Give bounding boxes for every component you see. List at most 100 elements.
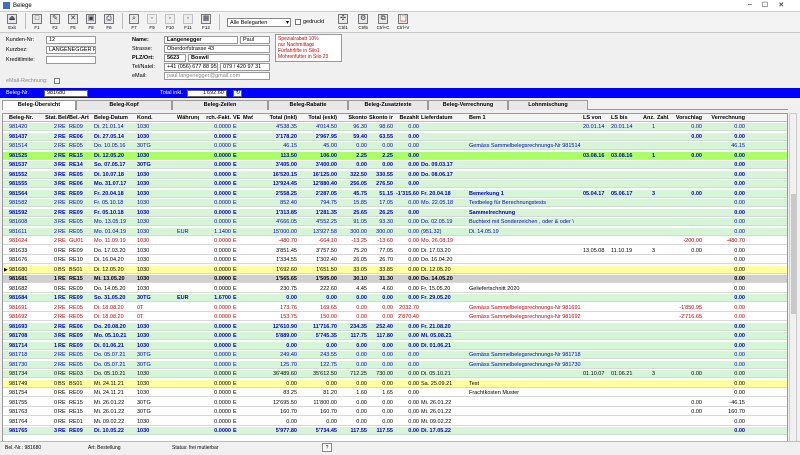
table-row[interactable]: 981525 2 RE RE15 Di. 12.05.20 1030 0.0000 E 113.… <box>3 151 787 160</box>
table-row[interactable]: 981555 3 RE RE06 Mo. 31.07.17 1030 0.0000 E 13'9… <box>3 180 787 188</box>
table-row[interactable]: 981608 3 RE RE05 Mo. 13.05.19 1030 0.0000 E 4'66… <box>3 218 787 226</box>
tab-lohnmischung[interactable]: Lohnmischung <box>508 100 588 110</box>
emailrechnung-checkbox[interactable] <box>54 78 62 84</box>
name-field[interactable]: Langenegger <box>164 36 238 44</box>
email-field[interactable]: paul.langenegger@gmail.com <box>164 72 270 80</box>
table-row[interactable]: 981692 2 RE RE05 Di. 18.08.20 0T 0.0000 E 153.75… <box>3 313 787 321</box>
column-header[interactable]: Währung <box>177 114 199 122</box>
table-row[interactable]: 981682 0 RE RE09 Do. 14.05.20 1030 0.0000 E 230.… <box>3 284 787 293</box>
vertical-scrollbar[interactable] <box>789 113 797 444</box>
table-row[interactable]: 981730 2 RE RE05 Do. 05.07.21 30TG 0.0000 E 125.… <box>3 360 787 369</box>
column-header[interactable]: Lieferdatum <box>421 114 467 122</box>
table-row[interactable]: 981592 2 RE RE09 Fr. 05.10.18 1030 0.0000 E 1'31… <box>3 208 787 217</box>
vorname-field[interactable]: Paul <box>240 36 270 44</box>
table-row[interactable]: 981693 2 RE RE06 Do. 20.08.20 1030 0.0000 E 12'6… <box>3 322 787 331</box>
table-row[interactable]: 981749 0 BS BS01 Mi. 24.11.21 1030 0.0000 E 0.00… <box>3 379 787 388</box>
column-header[interactable]: BelArt <box>58 114 69 122</box>
maximize-button[interactable]: ☐ <box>762 1 768 9</box>
minimize-button[interactable]: – <box>748 1 752 9</box>
column-header[interactable]: Zahl. <box>657 114 669 122</box>
column-header[interactable]: Beleg-Datum <box>94 114 136 122</box>
table-row[interactable]: 981537 3 RE RE14 So. 07.05.17 30TG 0.0000 E 3'40… <box>3 161 787 169</box>
column-header[interactable]: Anz. LS <box>643 114 655 122</box>
column-header[interactable]: LS bis <box>611 114 641 122</box>
table-row[interactable]: 981564 3 RE RE09 Fr. 20.04.18 1030 0.0000 E 2'55… <box>3 189 787 198</box>
table-row[interactable]: 981718 2 RE RE05 Do. 05.07.21 30TG 0.0000 E 249.… <box>3 351 787 359</box>
scrollbar-thumb[interactable] <box>791 194 796 314</box>
table-row[interactable]: 981582 2 RE RE09 Fr. 05.10.18 1030 0.0000 E 852.… <box>3 199 787 207</box>
table-row[interactable]: 981755 0 RE RE15 Mi. 26.01.22 30TG 0.0000 E 12'6… <box>3 398 787 407</box>
column-header[interactable]: MwSt. <box>243 114 253 122</box>
column-header[interactable]: Skonto inkl. <box>369 114 393 122</box>
toolbar-button-f1[interactable]: □ F1 <box>29 13 45 32</box>
table-row[interactable]: 981624 2 RE GU01 Mo. 11.09.19 1030 0.0000 E -480… <box>3 237 787 245</box>
toolbar-button-ctrlv[interactable]: 📋 Ctrl+V <box>394 13 412 32</box>
table-row[interactable]: 981611 2 RE RE05 Mo. 01.04.19 1030 EUR 1.1400 E 1… <box>3 227 787 236</box>
column-header[interactable]: Bel.-Art <box>69 114 93 122</box>
toolbar-button-f12[interactable]: ▦ F12 <box>198 13 214 32</box>
column-header[interactable]: Vorschlag <box>670 114 702 122</box>
column-header[interactable]: rch.-Fakt. <box>201 114 231 122</box>
tab-beleg-zeilen[interactable]: Beleg-Zeilen <box>172 100 268 110</box>
toolbar-button-f8[interactable]: ▣ F8 <box>83 13 99 32</box>
table-row[interactable]: 981708 3 RE RE09 Mo. 05.10.21 1030 0.0000 E 5'88… <box>3 332 787 340</box>
toolbar-button-f5[interactable]: ✕ F5 <box>65 13 81 32</box>
belegart-filter-select[interactable]: Alle Belegarten <box>227 17 291 27</box>
column-header[interactable]: Stat. <box>45 114 57 122</box>
tab-beleg-kopf[interactable]: Beleg-Kopf <box>76 100 172 110</box>
table-row[interactable]: 981681 1 RE RE15 Mi. 13.05.20 1030 0.0000 E 1'56… <box>3 275 787 283</box>
tab-beleg-rabatte[interactable]: Beleg-Rabatte <box>268 100 348 110</box>
table-row[interactable]: 981420 2 RE RE09 Di. 21.01.14 1030 0.0000 E 4'53… <box>3 123 787 131</box>
column-header[interactable]: Bem 1 <box>469 114 581 122</box>
kundennr-field[interactable]: 12 <box>46 36 96 44</box>
toolbar-button-f2[interactable]: ✎ F2 <box>47 13 63 32</box>
kreditlimite-field[interactable] <box>46 56 96 64</box>
toolbar-button-exit[interactable]: ⏏ Exit <box>4 13 20 32</box>
table-row[interactable]: 981676 0 RE RE10 Di. 16.04.20 1030 0.0000 E 1'33… <box>3 256 787 264</box>
checkbox-box[interactable] <box>295 19 301 25</box>
totalinkl-field[interactable]: 1'692.60 <box>186 89 227 97</box>
column-header[interactable]: Total (inkl) <box>253 114 297 122</box>
toolbar-button-f10[interactable]: ▪ F10 <box>162 13 178 32</box>
tel-field[interactable]: +41 (056) 677 88 95 <box>164 63 218 71</box>
refresh-icon[interactable]: ↻ <box>232 89 242 97</box>
column-header[interactable]: LS von <box>583 114 609 122</box>
toolbar-button-f11[interactable]: ▪ F11 <box>180 13 196 32</box>
close-button[interactable]: ✕ <box>778 1 784 9</box>
table-row[interactable]: 981514 2 RE RE05 Do. 10.05.16 30TG 0.0000 E 46.1… <box>3 142 787 150</box>
table-row[interactable]: 981437 2 RE RE06 Di. 27.05.14 1030 0.0000 E 3'17… <box>3 132 787 141</box>
toolbar-button-f9[interactable]: ▪ F9 <box>144 13 160 32</box>
help-button[interactable]: ? <box>322 443 332 452</box>
toolbar-button-ctrl1[interactable]: ✣ Ctrl1 <box>334 13 352 32</box>
column-header[interactable]: Bezahlt <box>395 114 419 122</box>
kurzbez-field[interactable]: LANGENEGGER PAL <box>46 46 96 54</box>
table-row[interactable]: 981633 0 RE RE09 Do. 17.03.20 1030 0.0000 E 3'85… <box>3 246 787 255</box>
table-row[interactable]: 981734 0 RE RE03 Do. 05.10.21 1030 0.0000 E 36'4… <box>3 370 787 378</box>
checkbox-box[interactable] <box>54 78 60 84</box>
table-row[interactable]: 981684 1 RE RE09 So. 31.05.20 30TG EUR 1.6700 E 0… <box>3 294 787 302</box>
plz-field[interactable]: 5623 <box>164 54 186 62</box>
table-row[interactable]: ▶ 981680 0 BS BS01 Di. 12.05.20 1030 0.0000 E 1'6… <box>3 265 787 274</box>
gedruckt-checkbox[interactable]: gedruckt <box>295 19 324 25</box>
column-header[interactable]: Beleg-Nr. <box>9 114 43 122</box>
column-header[interactable]: Kond. <box>137 114 175 122</box>
column-header[interactable]: Skonto <box>339 114 367 122</box>
toolbar-button-f6[interactable]: ⎙ F6 <box>101 13 117 32</box>
belegnr-field[interactable]: 981680 <box>43 89 88 97</box>
tab-beleg-bersicht[interactable]: Beleg-Übersicht <box>2 100 76 110</box>
table-row[interactable]: 981764 0 RE RE01 Mi. 09.02.22 1030 0.0000 E 0.00… <box>3 417 787 426</box>
column-header[interactable]: VE <box>233 114 241 122</box>
natel-field[interactable]: 079 / 420 97 31 <box>220 63 270 71</box>
table-row[interactable]: 981754 0 RE RE09 Mi. 24.11.21 1030 0.0000 E 83.2… <box>3 389 787 397</box>
column-header[interactable]: Verrechnung <box>705 114 745 122</box>
column-header[interactable]: Total (exkl) <box>299 114 337 122</box>
table-row[interactable]: 981714 1 RE RE09 Di. 01.06.21 1030 0.0000 E 0.00… <box>3 341 787 350</box>
toolbar-button-ctrlc[interactable]: ⧉ Ctrl+C <box>374 13 392 32</box>
table-row[interactable]: 981691 2 RE RE05 Di. 18.08.20 0T 0.0000 E 173.76… <box>3 303 787 312</box>
toolbar-button-ctrl5[interactable]: ⚙ Ctrl5 <box>354 13 372 32</box>
table-row[interactable]: 981552 3 RE RE05 Di. 10.07.18 1030 0.0000 E 16'5… <box>3 170 787 179</box>
tab-beleg-zusatztexte[interactable]: Beleg-Zusatztexte <box>348 100 428 110</box>
tab-beleg-verrechnung[interactable]: Beleg-Verrechnung <box>428 100 508 110</box>
ort-field[interactable]: Boswil <box>188 54 270 62</box>
strasse-field[interactable]: Oberdorfstrasse 43 <box>164 45 270 53</box>
